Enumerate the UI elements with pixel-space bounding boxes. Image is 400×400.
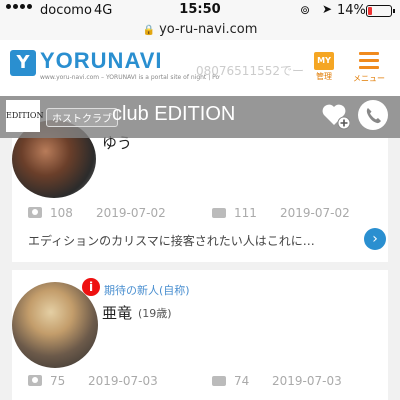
photo-date: 2019-07-02 bbox=[96, 206, 166, 220]
phone-call-icon[interactable] bbox=[358, 100, 388, 130]
favorite-heart-icon[interactable] bbox=[320, 100, 351, 130]
camera-icon bbox=[28, 207, 42, 218]
host-name[interactable]: 亜竜 bbox=[102, 302, 132, 323]
my-page-label: 管理 bbox=[316, 72, 332, 81]
comment-date: 2019-07-02 bbox=[280, 206, 350, 220]
photo-stat: 75 bbox=[28, 374, 65, 388]
club-bar: EDITION ホストクラブ club EDITION bbox=[0, 96, 400, 138]
camera-icon bbox=[28, 375, 42, 386]
host-age: (19歳) bbox=[138, 307, 172, 320]
photo-count: 75 bbox=[50, 374, 66, 388]
my-icon: MY bbox=[314, 52, 334, 70]
club-category-badge: ホストクラブ bbox=[46, 108, 118, 127]
photo-stat: 108 bbox=[28, 206, 73, 220]
site-tagline: www.yoru-navi.com – YORUNAVI is a portal… bbox=[40, 74, 220, 81]
url-text: yo-ru-navi.com bbox=[159, 22, 258, 37]
chevron-right-icon[interactable]: › bbox=[364, 228, 386, 250]
site-header: Y YORUNAVI www.yoru-navi.com – YORUNAVI … bbox=[0, 40, 400, 96]
club-logo[interactable]: EDITION bbox=[6, 100, 43, 132]
site-logo-text[interactable]: YORUNAVI bbox=[40, 48, 163, 74]
comment-icon bbox=[212, 376, 226, 386]
avatar[interactable] bbox=[12, 282, 98, 368]
photo-date: 2019-07-03 bbox=[88, 374, 158, 388]
comment-count: 74 bbox=[234, 374, 250, 388]
comment-stat: 111 bbox=[212, 206, 257, 220]
my-page-button[interactable]: MY 管理 bbox=[314, 52, 334, 82]
url-bar[interactable]: 🔒 yo-ru-navi.com bbox=[0, 22, 400, 40]
phone-number[interactable]: 08076511552でー bbox=[196, 62, 304, 79]
menu-label: メニュー bbox=[353, 74, 385, 83]
comment-date: 2019-07-03 bbox=[272, 374, 342, 388]
club-name[interactable]: club EDITION bbox=[112, 103, 235, 126]
photo-count: 108 bbox=[50, 206, 73, 220]
host-stats: 108 2019-07-02 111 2019-07-02 bbox=[28, 206, 378, 222]
host-stats: 75 2019-07-03 74 2019-07-03 bbox=[28, 374, 378, 390]
lock-icon: 🔒 bbox=[142, 25, 156, 36]
battery-percent: 14% bbox=[337, 3, 366, 18]
menu-button[interactable]: メニュー bbox=[352, 52, 386, 84]
host-description[interactable]: エディションのカリスマに接客されたい人はこれに… bbox=[28, 232, 358, 249]
comment-icon bbox=[212, 208, 226, 218]
comment-stat: 74 bbox=[212, 374, 249, 388]
rotation-lock-icon: ⊚ bbox=[300, 3, 311, 17]
comment-count: 111 bbox=[234, 206, 257, 220]
info-badge-icon: i bbox=[82, 278, 100, 296]
hamburger-icon bbox=[359, 52, 379, 69]
status-bar: docomo 4G 15:50 ⊚ ➤ 14% bbox=[0, 0, 400, 22]
location-arrow-icon: ➤ bbox=[322, 2, 333, 16]
host-card[interactable]: i 期待の新人(自称) 亜竜 (19歳) 75 2019-07-03 74 20… bbox=[12, 270, 388, 400]
host-card[interactable]: ゆう 108 2019-07-02 111 2019-07-02 エディションの… bbox=[12, 120, 388, 262]
site-logo-icon[interactable]: Y bbox=[10, 50, 36, 76]
battery-icon bbox=[366, 5, 395, 17]
newcomer-label: 期待の新人(自称) bbox=[104, 284, 190, 297]
